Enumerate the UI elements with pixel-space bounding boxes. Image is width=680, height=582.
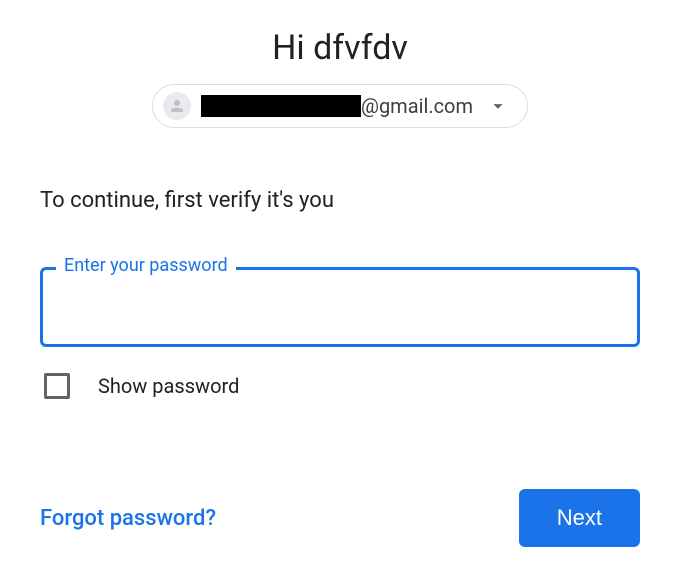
chevron-down-icon <box>487 95 509 117</box>
footer-actions: Forgot password? Next <box>40 489 640 547</box>
password-label: Enter your password <box>56 255 236 276</box>
greeting-heading: Hi dfvfdv <box>40 28 640 68</box>
password-input[interactable] <box>40 267 640 347</box>
account-selector-chip[interactable]: @gmail.com <box>152 84 528 128</box>
forgot-password-link[interactable]: Forgot password? <box>40 506 216 531</box>
show-password-checkbox[interactable] <box>44 373 70 399</box>
password-field-wrap: Enter your password <box>40 267 640 347</box>
avatar <box>163 92 191 120</box>
email-display: @gmail.com <box>201 94 473 118</box>
instruction-text: To continue, first verify it's you <box>40 188 640 213</box>
email-domain: @gmail.com <box>361 94 473 118</box>
show-password-label: Show password <box>98 374 239 398</box>
user-icon <box>168 97 186 115</box>
email-redacted <box>201 95 361 117</box>
show-password-toggle[interactable]: Show password <box>40 373 640 399</box>
next-button[interactable]: Next <box>519 489 640 547</box>
